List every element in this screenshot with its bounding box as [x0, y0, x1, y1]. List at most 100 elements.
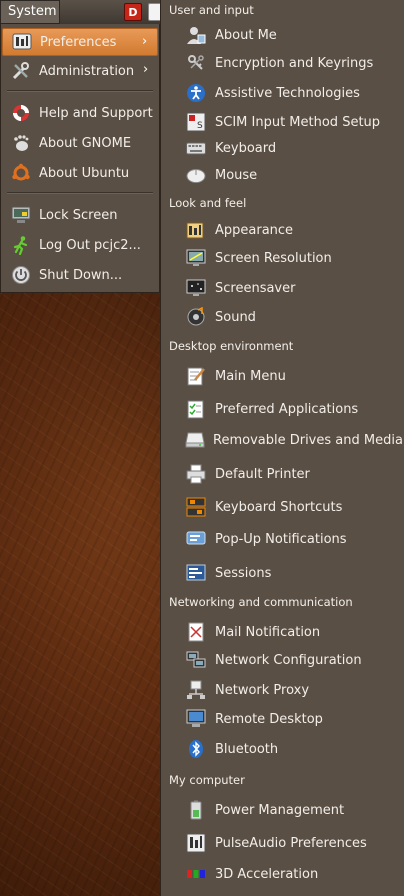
mail-notification-icon [185, 621, 207, 643]
sound-icon [185, 306, 207, 328]
power-icon [10, 264, 32, 286]
menu-item-administration[interactable]: Administration › [2, 57, 158, 85]
scim-icon: S [185, 111, 207, 133]
section-header-desktop-environment: Desktop environment [169, 339, 294, 353]
menu-item-power-management[interactable]: Power Management [185, 797, 401, 823]
removable-drives-icon [185, 429, 205, 451]
menu-item-label: Bluetooth [215, 741, 279, 757]
menu-item-remote-desktop[interactable]: Remote Desktop [185, 706, 401, 732]
screensaver-icon [185, 277, 207, 299]
preferences-icon [11, 31, 33, 53]
menu-item-label: Power Management [215, 802, 345, 818]
user-icon [185, 24, 207, 46]
bluetooth-icon [185, 738, 207, 760]
network-configuration-icon [185, 649, 207, 671]
menu-item-label: Mail Notification [215, 624, 321, 640]
menu-item-label: About GNOME [39, 135, 132, 151]
menu-item-encryption-keyrings[interactable]: Encryption and Keyrings [185, 50, 401, 76]
menu-item-label: Network Configuration [215, 652, 362, 668]
menu-item-label: SCIM Input Method Setup [215, 114, 381, 130]
screen-resolution-icon [185, 247, 207, 269]
menu-item-label: Sessions [215, 565, 272, 581]
keyboard-icon [185, 137, 207, 159]
gnome-foot-icon [10, 132, 32, 154]
menu-item-default-printer[interactable]: Default Printer [185, 461, 401, 487]
menu-item-sessions[interactable]: Sessions [185, 560, 401, 586]
menu-item-label: Default Printer [215, 466, 310, 482]
menu-item-network-configuration[interactable]: Network Configuration [185, 647, 401, 673]
preferred-applications-icon [185, 398, 207, 420]
menu-item-label: Encryption and Keyrings [215, 55, 374, 71]
menu-item-label: Mouse [215, 167, 258, 183]
section-header-my-computer: My computer [169, 773, 245, 787]
menu-item-main-menu[interactable]: Main Menu [185, 363, 401, 389]
administration-icon [10, 60, 32, 82]
menu-item-label: About Ubuntu [39, 165, 130, 181]
appearance-icon [185, 219, 207, 241]
menu-item-bluetooth[interactable]: Bluetooth [185, 736, 401, 762]
menu-item-about-ubuntu[interactable]: About Ubuntu [2, 159, 158, 187]
menu-item-shut-down[interactable]: Shut Down... [2, 261, 158, 289]
ubuntu-logo-icon [10, 162, 32, 184]
menu-item-about-gnome[interactable]: About GNOME [2, 129, 158, 157]
help-lifebuoy-icon [10, 102, 32, 124]
menu-item-label: Preferred Applications [215, 401, 359, 417]
preferences-submenu: User and input About Me Encryption and K… [160, 0, 404, 896]
menu-item-preferences[interactable]: Preferences › [2, 28, 158, 56]
menu-item-screensaver[interactable]: Screensaver [185, 275, 401, 301]
menu-item-3d-acceleration[interactable]: 3D Acceleration [185, 861, 401, 887]
accessibility-icon [185, 82, 207, 104]
remote-desktop-icon [185, 708, 207, 730]
menu-item-scim-input[interactable]: S SCIM Input Method Setup [185, 109, 401, 135]
menu-item-label: PulseAudio Preferences [215, 835, 367, 851]
main-menu-icon [185, 365, 207, 387]
menu-item-label: Remote Desktop [215, 711, 323, 727]
section-header-user-and-input: User and input [169, 3, 254, 17]
menu-separator [7, 192, 153, 194]
menu-separator [7, 90, 153, 92]
menu-item-label: Network Proxy [215, 682, 310, 698]
section-header-networking: Networking and communication [169, 595, 353, 609]
menu-item-help-and-support[interactable]: Help and Support [2, 99, 158, 127]
menu-item-label: Main Menu [215, 368, 286, 384]
network-proxy-icon [185, 679, 207, 701]
menu-item-preferred-applications[interactable]: Preferred Applications [185, 396, 401, 422]
menu-item-log-out[interactable]: Log Out pcjc2... [2, 231, 158, 259]
menu-item-label: Log Out pcjc2... [39, 237, 141, 253]
menu-item-assistive-technologies[interactable]: Assistive Technologies [185, 80, 401, 106]
system-menu-button[interactable]: System [0, 0, 60, 24]
menu-item-appearance[interactable]: Appearance [185, 217, 401, 243]
menu-item-mouse[interactable]: Mouse [185, 162, 401, 188]
menu-item-sound[interactable]: Sound [185, 304, 401, 330]
keyboard-shortcuts-icon [185, 496, 207, 518]
menu-item-label: Appearance [215, 222, 294, 238]
lock-screen-icon [10, 204, 32, 226]
menu-item-label: 3D Acceleration [215, 866, 319, 882]
menu-item-lock-screen[interactable]: Lock Screen [2, 201, 158, 229]
system-menu-dropdown: Preferences › Administration › Help and … [0, 24, 160, 293]
launcher-d-icon[interactable]: D [124, 3, 142, 21]
menu-item-label: Screen Resolution [215, 250, 332, 266]
menu-item-keyboard-shortcuts[interactable]: Keyboard Shortcuts [185, 494, 401, 520]
menu-item-label: Administration [39, 63, 135, 79]
section-header-look-and-feel: Look and feel [169, 196, 247, 210]
menu-item-removable-drives[interactable]: Removable Drives and Media [185, 427, 403, 453]
log-out-runner-icon [10, 234, 32, 256]
pulseaudio-icon [185, 832, 207, 854]
svg-text:S: S [197, 121, 203, 131]
menu-item-mail-notification[interactable]: Mail Notification [185, 619, 401, 645]
printer-icon [185, 463, 207, 485]
menu-item-network-proxy[interactable]: Network Proxy [185, 677, 401, 703]
menu-item-label: Keyboard [215, 140, 277, 156]
menu-item-label: Help and Support [39, 105, 153, 121]
menu-item-about-me[interactable]: About Me [185, 22, 401, 48]
menu-item-label: Sound [215, 309, 256, 325]
sessions-icon [185, 562, 207, 584]
menu-item-keyboard[interactable]: Keyboard [185, 135, 401, 161]
notifications-icon [185, 528, 207, 550]
menu-item-popup-notifications[interactable]: Pop-Up Notifications [185, 526, 401, 552]
menu-item-pulseaudio[interactable]: PulseAudio Preferences [185, 830, 401, 856]
menu-item-label: Shut Down... [39, 267, 123, 283]
menu-item-screen-resolution[interactable]: Screen Resolution [185, 245, 401, 271]
chevron-right-icon: › [143, 62, 149, 77]
